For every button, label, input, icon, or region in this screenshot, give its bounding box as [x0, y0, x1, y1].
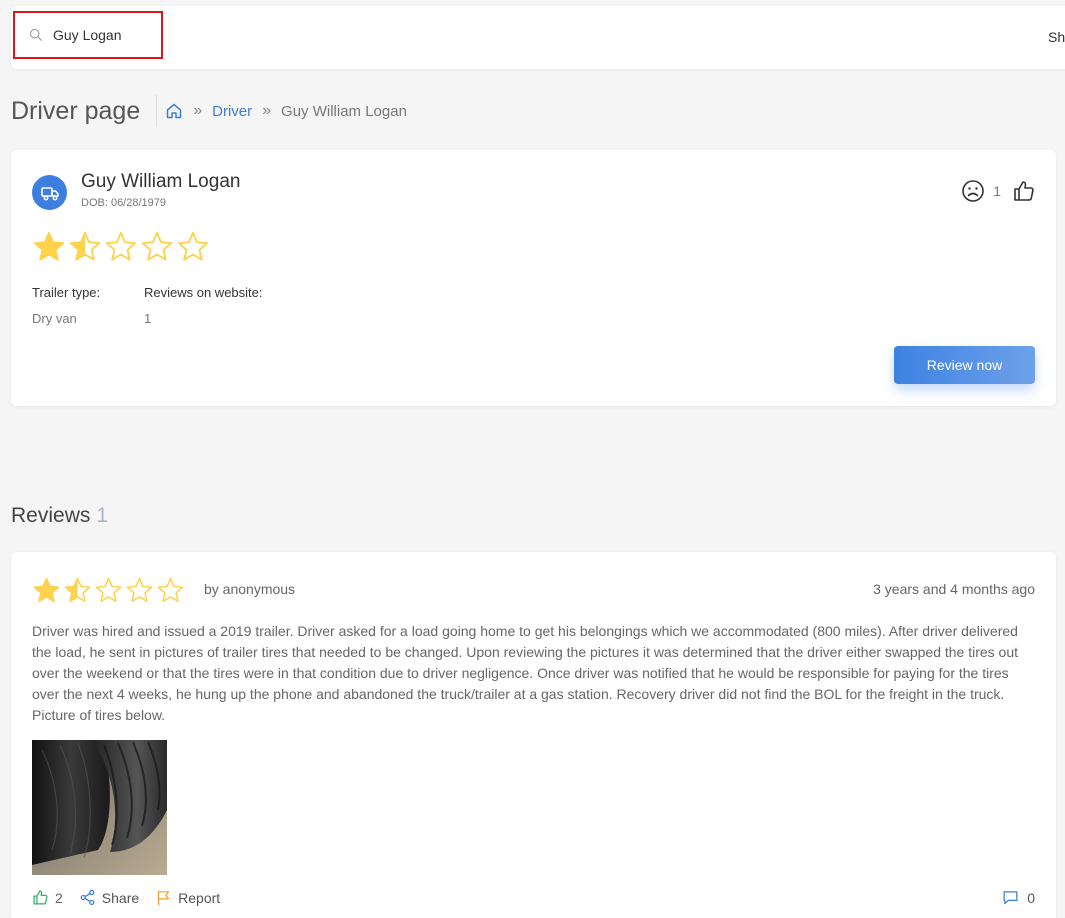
star-icon [105, 231, 137, 261]
reviews-on-website-value: 1 [144, 311, 152, 326]
page-header: Driver page » Driver » Guy William Logan [11, 94, 407, 128]
top-bar-truncated-item[interactable]: Sh [1048, 29, 1065, 45]
star-icon [69, 231, 101, 261]
star-icon [64, 577, 91, 603]
driver-name: Guy William Logan [81, 171, 241, 192]
search-box[interactable] [13, 11, 163, 59]
search-input[interactable] [53, 27, 153, 43]
driver-reactions: 1 [961, 179, 1036, 203]
page-title: Driver page [11, 96, 141, 125]
review-text: Driver was hired and issued a 2019 trail… [32, 623, 1019, 723]
review-share-label: Share [101, 889, 140, 906]
breadcrumb-driver-link[interactable]: Driver [212, 103, 252, 120]
breadcrumb-current: Guy William Logan [281, 102, 407, 120]
star-icon [177, 231, 209, 261]
top-bar: Sh [11, 6, 1065, 69]
review-author: by anonymous [204, 581, 296, 597]
review-now-button[interactable]: Review now [894, 346, 1035, 384]
breadcrumb-home[interactable] [165, 102, 183, 120]
dislike-count: 1 [993, 183, 1001, 199]
star-icon [95, 577, 122, 603]
comment-icon [1003, 891, 1018, 905]
driver-card: Guy William Logan DOB: 06/28/1979 1 Trai… [11, 150, 1056, 406]
sad-face-icon[interactable] [961, 179, 985, 203]
reviews-heading-text: Reviews [11, 504, 91, 527]
thumbs-up-icon[interactable] [1012, 179, 1036, 203]
driver-rating-stars [32, 230, 212, 264]
trailer-type-label: Trailer type: [32, 285, 101, 300]
review-report-label: Report [178, 889, 221, 906]
star-icon [141, 231, 173, 261]
avatar [32, 175, 67, 210]
search-icon [29, 28, 42, 41]
star-icon [126, 577, 153, 603]
home-icon [166, 103, 182, 119]
truck-icon [40, 186, 59, 200]
reviews-heading: Reviews 1 [11, 504, 108, 528]
star-icon [33, 577, 60, 603]
reviews-count: 1 [96, 504, 109, 527]
driver-dob: DOB: 06/28/1979 [81, 197, 167, 209]
review-like-count: 2 [55, 889, 63, 906]
share-icon [80, 889, 95, 906]
review-footer: 2 Share Report [32, 889, 236, 906]
review-like-button[interactable]: 2 [32, 889, 63, 906]
review-photo[interactable] [32, 740, 167, 875]
tire-photo-image [32, 740, 167, 875]
breadcrumb-separator: » [262, 102, 272, 119]
header-divider [156, 95, 158, 127]
review-comment-count: 0 [1027, 889, 1035, 906]
review-share-button[interactable]: Share [79, 889, 139, 906]
flag-icon [158, 890, 170, 906]
trailer-type-value: Dry van [32, 311, 77, 326]
review-rating-stars [32, 576, 187, 605]
thumbs-up-icon [33, 890, 48, 905]
review-timestamp: 3 years and 4 months ago [873, 581, 1035, 597]
star-icon [33, 231, 65, 261]
review-report-button[interactable]: Report [155, 889, 220, 906]
star-icon [157, 577, 184, 603]
review-comments-button[interactable]: 0 [1002, 889, 1035, 906]
breadcrumb-separator: » [193, 102, 203, 119]
review-card: by anonymous 3 years and 4 months ago Dr… [11, 552, 1056, 918]
reviews-on-website-label: Reviews on website: [144, 285, 263, 300]
